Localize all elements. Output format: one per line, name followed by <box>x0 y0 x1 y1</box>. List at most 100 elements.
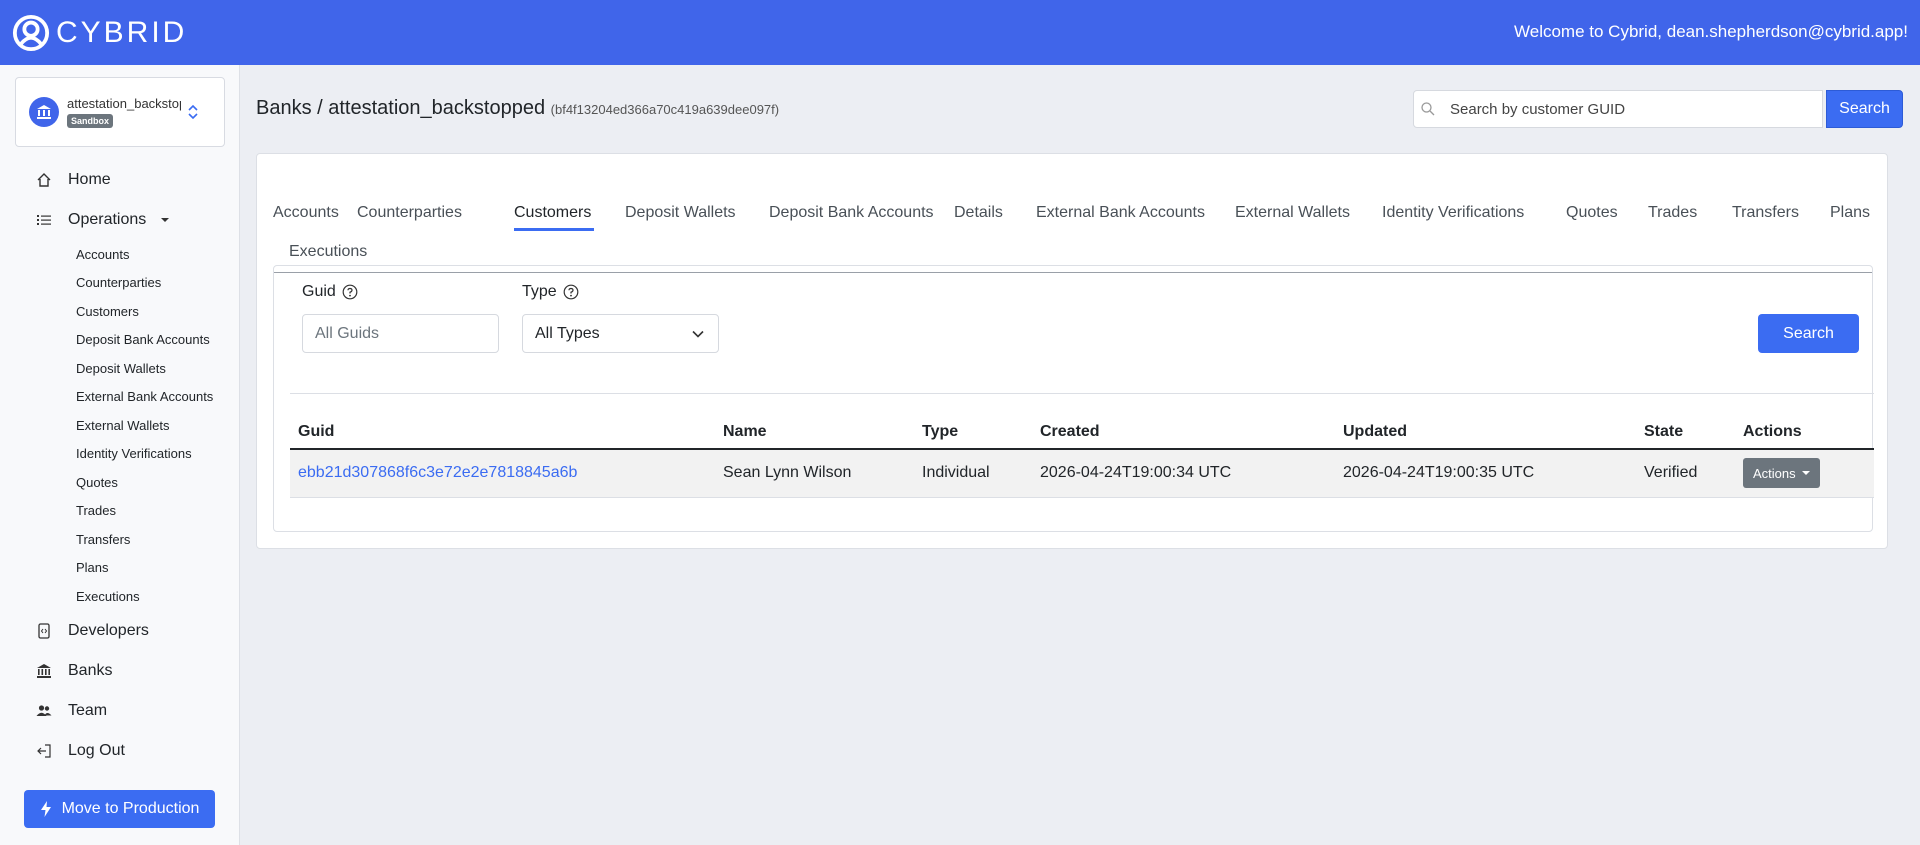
cybrid-logo[interactable]: CYBRID <box>12 14 187 52</box>
chevron-up-down-icon <box>188 104 198 120</box>
list-icon <box>34 210 54 230</box>
tab-accounts[interactable]: Accounts <box>273 204 339 222</box>
tab-deposit-bank-accounts[interactable]: Deposit Bank Accounts <box>769 204 934 222</box>
tab-details[interactable]: Details <box>954 204 1003 222</box>
column-header-guid[interactable]: Guid <box>290 415 715 450</box>
bank-guid: (bf4f13204ed366a70c419a639dee097f) <box>550 102 780 117</box>
sidebar-item-developers[interactable]: Developers <box>0 611 240 651</box>
column-header-updated[interactable]: Updated <box>1335 415 1636 450</box>
tab-bar: Accounts Counterparties Customers Deposi… <box>273 178 1873 273</box>
column-header-created[interactable]: Created <box>1032 415 1335 450</box>
tab-external-wallets[interactable]: External Wallets <box>1235 204 1350 222</box>
filter-divider <box>290 393 1874 394</box>
cell-type: Individual <box>914 449 1032 498</box>
sidebar-subitem-counterparties[interactable]: Counterparties <box>0 269 240 298</box>
sidebar-subitem-deposit-bank-accounts[interactable]: Deposit Bank Accounts <box>0 326 240 355</box>
sidebar-subitem-external-wallets[interactable]: External Wallets <box>0 411 240 440</box>
sidebar-subitem-identity-verifications[interactable]: Identity Verifications <box>0 440 240 469</box>
customer-search-box <box>1413 90 1823 128</box>
sidebar-item-logout[interactable]: Log Out <box>0 731 240 771</box>
column-header-actions: Actions <box>1735 415 1874 450</box>
tab-counterparties[interactable]: Counterparties <box>357 204 462 222</box>
sidebar-item-label: Home <box>68 171 111 188</box>
sidebar-item-label: Developers <box>68 621 149 639</box>
cybrid-logo-icon <box>12 14 50 51</box>
tab-external-bank-accounts[interactable]: External Bank Accounts <box>1036 204 1205 222</box>
bank-switcher[interactable]: attestation_backstopped Sandbox <box>15 77 225 147</box>
top-bar: CYBRID Welcome to Cybrid, dean.shepherds… <box>0 0 1920 65</box>
cell-created: 2026-04-24T19:00:34 UTC <box>1032 449 1335 498</box>
cell-actions: Actions <box>1735 449 1874 498</box>
sidebar-nav: Home Operations Accounts Counterparties … <box>0 160 240 771</box>
type-label-text: Type <box>522 283 557 300</box>
column-header-name[interactable]: Name <box>715 415 914 450</box>
sidebar-subitem-transfers[interactable]: Transfers <box>0 525 240 554</box>
sidebar-subitem-trades[interactable]: Trades <box>0 497 240 526</box>
filter-search-button[interactable]: Search <box>1758 314 1859 353</box>
environment-badge: Sandbox <box>67 114 114 128</box>
cell-updated: 2026-04-24T19:00:35 UTC <box>1335 449 1636 498</box>
help-icon[interactable] <box>563 284 579 300</box>
guid-filter-input[interactable]: All Guids <box>302 314 499 353</box>
table-row: ebb21d307868f6c3e72e2e7818845a6b Sean Ly… <box>290 449 1874 498</box>
logo-text: CYBRID <box>56 15 188 49</box>
tab-trades[interactable]: Trades <box>1648 204 1697 222</box>
customer-guid-link[interactable]: ebb21d307868f6c3e72e2e7818845a6b <box>298 464 577 481</box>
tab-executions[interactable]: Executions <box>289 243 367 261</box>
type-filter-select[interactable]: All Types <box>522 314 719 353</box>
sidebar-subitem-quotes[interactable]: Quotes <box>0 468 240 497</box>
sidebar-item-label: Log Out <box>68 741 125 759</box>
cell-state: Verified <box>1636 449 1735 498</box>
type-select-value: All Types <box>535 324 600 342</box>
people-icon <box>34 701 54 721</box>
tab-identity-verifications[interactable]: Identity Verifications <box>1382 204 1524 222</box>
customers-panel: Guid All Guids Type All Types Search Gui… <box>273 265 1874 532</box>
actions-dropdown-button[interactable]: Actions <box>1743 458 1820 489</box>
active-tab-indicator <box>514 228 594 231</box>
customers-table: Guid Name Type Created Updated State Act… <box>290 415 1874 498</box>
lightning-icon <box>40 801 51 817</box>
welcome-message: Welcome to Cybrid, dean.shepherdson@cybr… <box>1514 22 1908 41</box>
tab-customers[interactable]: Customers <box>514 204 591 222</box>
sidebar-item-banks[interactable]: Banks <box>0 651 240 691</box>
table-header-row: Guid Name Type Created Updated State Act… <box>290 415 1874 450</box>
column-header-state[interactable]: State <box>1636 415 1735 450</box>
sidebar-item-team[interactable]: Team <box>0 691 240 731</box>
tab-quotes[interactable]: Quotes <box>1566 204 1618 222</box>
sidebar-subitem-external-bank-accounts[interactable]: External Bank Accounts <box>0 383 240 412</box>
code-file-icon <box>34 621 54 641</box>
bank-icon <box>37 105 51 119</box>
sidebar-subitem-customers[interactable]: Customers <box>0 297 240 326</box>
move-to-production-button[interactable]: Move to Production <box>24 790 215 828</box>
sidebar-item-operations[interactable]: Operations <box>0 200 240 240</box>
customer-guid-search-input[interactable] <box>1450 100 1800 118</box>
tab-deposit-wallets[interactable]: Deposit Wallets <box>625 204 736 222</box>
sidebar-subitem-executions[interactable]: Executions <box>0 582 240 611</box>
type-filter-label: Type <box>522 283 579 301</box>
sidebar-subitem-plans[interactable]: Plans <box>0 554 240 583</box>
cell-guid: ebb21d307868f6c3e72e2e7818845a6b <box>290 449 715 498</box>
move-to-production-label: Move to Production <box>61 800 200 817</box>
sidebar-item-label: Team <box>68 701 108 719</box>
guid-filter-label: Guid <box>302 283 358 301</box>
sidebar-item-label: Operations <box>68 211 147 228</box>
bank-avatar <box>29 97 59 127</box>
help-icon[interactable] <box>342 284 358 300</box>
sidebar-subitem-accounts[interactable]: Accounts <box>0 240 240 269</box>
sidebar-item-home[interactable]: Home <box>0 160 240 200</box>
column-header-type[interactable]: Type <box>914 415 1032 450</box>
breadcrumb-path: Banks / attestation_backstopped <box>256 97 546 119</box>
home-icon <box>34 170 54 190</box>
operations-submenu: Accounts Counterparties Customers Deposi… <box>0 240 240 611</box>
actions-label: Actions <box>1753 465 1796 481</box>
bank-name: attestation_backstopped <box>67 96 181 111</box>
main-card: Accounts Counterparties Customers Deposi… <box>256 153 1888 549</box>
breadcrumb: Banks / attestation_backstopped (bf4f132… <box>256 97 779 120</box>
tab-transfers[interactable]: Transfers <box>1732 204 1799 222</box>
chevron-down-icon <box>692 330 704 338</box>
sidebar-subitem-deposit-wallets[interactable]: Deposit Wallets <box>0 354 240 383</box>
guid-label-text: Guid <box>302 283 336 300</box>
customer-search-button[interactable]: Search <box>1826 90 1903 128</box>
tab-plans[interactable]: Plans <box>1830 204 1870 222</box>
search-icon <box>1421 102 1435 116</box>
